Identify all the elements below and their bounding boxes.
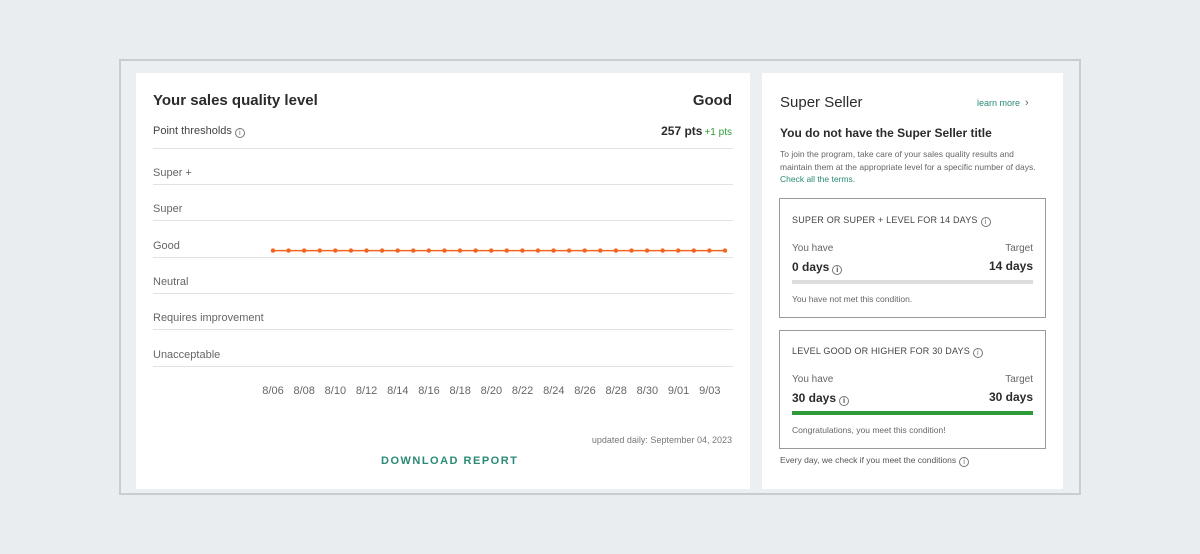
data-point	[644, 248, 650, 253]
condition-card-super: SUPER OR SUPER + LEVEL FOR 14 DAYS i You …	[779, 198, 1046, 318]
data-point	[317, 248, 322, 253]
data-point	[473, 248, 478, 253]
data-point	[535, 248, 541, 253]
target-label: Target	[1005, 243, 1033, 254]
info-icon[interactable]: i	[980, 217, 991, 227]
card-heading: LEVEL GOOD OR HIGHER FOR 30 DAYS i	[792, 346, 983, 358]
you-have-value: 0 days i	[792, 260, 843, 275]
data-point	[348, 248, 354, 253]
data-point	[660, 248, 665, 253]
data-point	[629, 248, 634, 253]
progress-bar	[792, 411, 1033, 415]
data-point	[270, 248, 276, 253]
x-tick-label: 8/18	[449, 385, 471, 397]
you-have-label: You have	[792, 243, 834, 254]
target-value: 30 days	[988, 390, 1033, 404]
data-point	[582, 248, 587, 253]
x-tick-label: 8/26	[574, 385, 596, 397]
info-icon[interactable]: i	[832, 265, 843, 275]
progress-bar	[792, 280, 1033, 284]
x-tick-label: 8/22	[511, 385, 534, 397]
data-point	[676, 248, 681, 253]
target-value: 14 days	[988, 259, 1033, 273]
condition-note: You have not met this condition.	[792, 294, 913, 304]
data-point	[613, 248, 619, 253]
you-have-value: 30 days i	[792, 391, 850, 406]
condition-card-good: LEVEL GOOD OR HIGHER FOR 30 DAYS i You ha…	[779, 330, 1046, 449]
data-point	[707, 248, 712, 253]
program-description: To join the program, take care of your s…	[780, 149, 1036, 184]
data-point	[489, 248, 494, 253]
data-point	[598, 248, 603, 253]
x-tick-label: 8/06	[262, 385, 284, 397]
x-tick-label: 8/28	[605, 385, 627, 397]
super-seller-title: Super Seller	[780, 94, 863, 111]
data-point	[566, 248, 572, 253]
data-point	[411, 248, 416, 253]
quality-line-chart	[270, 248, 728, 253]
data-point	[286, 248, 291, 253]
card-heading: SUPER OR SUPER + LEVEL FOR 14 DAYS i	[792, 215, 991, 227]
data-point	[364, 248, 369, 253]
super-seller-status: You do not have the Super Seller title	[780, 126, 992, 140]
data-point	[333, 248, 338, 253]
daily-check-note: Every day, we check if you meet the cond…	[780, 455, 970, 467]
download-report-button[interactable]: DOWNLOAD REPORT	[381, 455, 518, 467]
you-have-label: You have	[792, 374, 834, 385]
x-tick-label: 8/20	[480, 385, 503, 397]
x-tick-label: 8/24	[543, 385, 565, 397]
data-point	[551, 248, 556, 253]
check-terms-link[interactable]: Check all the terms.	[780, 174, 855, 184]
data-point	[301, 248, 307, 253]
x-tick-label: 9/03	[699, 385, 721, 397]
x-tick-label: 8/10	[324, 385, 347, 397]
updated-date: updated daily: September 04, 2023	[591, 435, 732, 445]
info-icon[interactable]: i	[959, 457, 970, 467]
data-point	[504, 248, 509, 253]
target-label: Target	[1005, 374, 1033, 385]
x-tick-label: 8/30	[636, 385, 659, 397]
data-point	[426, 248, 432, 253]
x-tick-label: 8/08	[293, 385, 315, 397]
data-point	[722, 248, 728, 253]
progress-fill	[792, 411, 1033, 415]
x-tick-label: 8/16	[418, 385, 440, 397]
chevron-right-icon: ›	[1025, 97, 1029, 109]
data-point	[691, 248, 697, 253]
learn-more-link[interactable]: learn more ›	[977, 97, 1029, 109]
sales-quality-panel: Your sales quality level Good Point thre…	[136, 73, 750, 489]
condition-note: Congratulations, you meet this condition…	[792, 425, 946, 435]
x-tick-label: 8/12	[355, 385, 378, 397]
data-point	[395, 248, 400, 253]
info-icon[interactable]: i	[972, 348, 983, 358]
super-seller-panel: Super Seller learn more › You do not have…	[762, 73, 1063, 489]
data-point	[442, 248, 447, 253]
data-point	[379, 248, 385, 253]
data-point	[457, 248, 463, 253]
data-point	[520, 248, 525, 253]
info-icon[interactable]: i	[839, 396, 850, 406]
x-tick-label: 9/01	[667, 385, 690, 397]
x-tick-label: 8/14	[387, 385, 409, 397]
